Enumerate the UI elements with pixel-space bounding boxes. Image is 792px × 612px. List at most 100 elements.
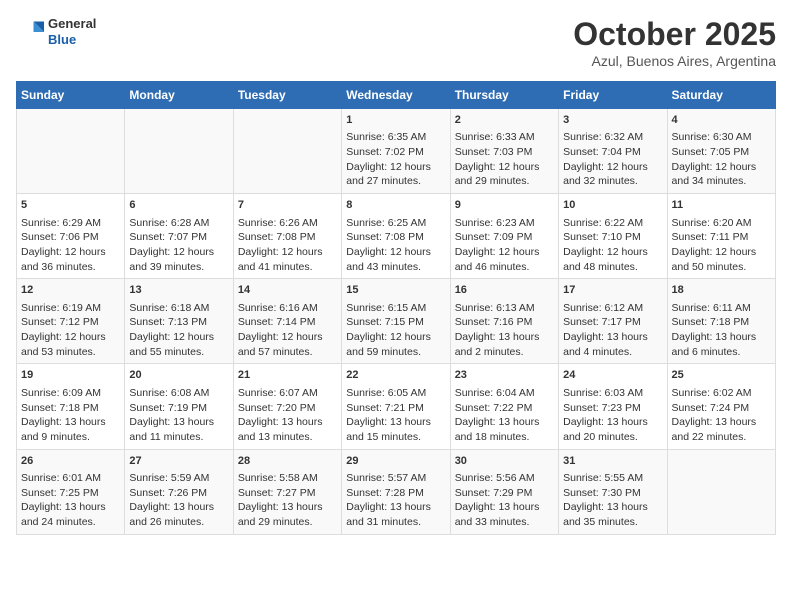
day-number: 23: [455, 368, 554, 383]
day-header-wednesday: Wednesday: [342, 82, 450, 109]
calendar-cell: 24 Sunrise: 6:03 AMSunset: 7:23 PMDayligh…: [559, 364, 667, 449]
day-number: 4: [672, 113, 771, 128]
calendar-cell: 18Sunrise: 6:11 AMSunset: 7:18 PMDayligh…: [667, 279, 775, 364]
calendar-cell: 15 Sunrise: 6:15 AMSunset: 7:15 PMDayligh…: [342, 279, 450, 364]
calendar-cell: 1Sunrise: 6:35 AMSunset: 7:02 PMDaylight…: [342, 109, 450, 194]
calendar-week-3: 12 Sunrise: 6:19 AMSunset: 7:12 PMDayligh…: [17, 279, 776, 364]
calendar-cell: [667, 449, 775, 534]
title-block: October 2025 Azul, Buenos Aires, Argenti…: [573, 16, 776, 69]
day-header-thursday: Thursday: [450, 82, 558, 109]
day-number: 12: [21, 283, 120, 298]
day-number: 10: [563, 198, 662, 213]
cell-content: Sunrise: 6:07 AMSunset: 7:20 PMDaylight:…: [238, 386, 337, 445]
day-number: 1: [346, 113, 445, 128]
cell-content: Sunrise: 6:23 AMSunset: 7:09 PMDaylight:…: [455, 216, 554, 275]
cell-content: Sunrise: 5:58 AMSunset: 7:27 PMDaylight:…: [238, 471, 337, 530]
calendar-cell: 14Sunrise: 6:16 AMSunset: 7:14 PMDayligh…: [233, 279, 341, 364]
calendar-cell: 22 Sunrise: 6:05 AMSunset: 7:21 PMDayligh…: [342, 364, 450, 449]
day-number: 22: [346, 368, 445, 383]
cell-content: Sunrise: 6:29 AMSunset: 7:06 PMDaylight:…: [21, 216, 120, 275]
cell-content: Sunrise: 6:30 AMSunset: 7:05 PMDaylight:…: [672, 130, 771, 189]
cell-content: Sunrise: 6:26 AMSunset: 7:08 PMDaylight:…: [238, 216, 337, 275]
cell-content: Sunrise: 6:03 AMSunset: 7:23 PMDaylight:…: [563, 386, 662, 445]
logo-icon: [16, 18, 44, 46]
day-number: 13: [129, 283, 228, 298]
calendar-cell: 6 Sunrise: 6:28 AMSunset: 7:07 PMDaylight…: [125, 194, 233, 279]
calendar-week-2: 5Sunrise: 6:29 AMSunset: 7:06 PMDaylight…: [17, 194, 776, 279]
day-number: 16: [455, 283, 554, 298]
logo: General Blue: [16, 16, 96, 47]
cell-content: Sunrise: 6:22 AMSunset: 7:10 PMDaylight:…: [563, 216, 662, 275]
cell-content: Sunrise: 6:20 AMSunset: 7:11 PMDaylight:…: [672, 216, 771, 275]
day-number: 7: [238, 198, 337, 213]
day-number: 8: [346, 198, 445, 213]
day-number: 11: [672, 198, 771, 213]
cell-content: Sunrise: 6:16 AMSunset: 7:14 PMDaylight:…: [238, 301, 337, 360]
cell-content: Sunrise: 6:04 AMSunset: 7:22 PMDaylight:…: [455, 386, 554, 445]
day-header-tuesday: Tuesday: [233, 82, 341, 109]
cell-content: Sunrise: 6:02 AMSunset: 7:24 PMDaylight:…: [672, 386, 771, 445]
day-header-monday: Monday: [125, 82, 233, 109]
logo-blue-text: Blue: [48, 32, 96, 48]
day-number: 6: [129, 198, 228, 213]
calendar-cell: 2 Sunrise: 6:33 AMSunset: 7:03 PMDaylight…: [450, 109, 558, 194]
calendar-cell: [125, 109, 233, 194]
cell-content: Sunrise: 6:19 AMSunset: 7:12 PMDaylight:…: [21, 301, 120, 360]
calendar-cell: 10 Sunrise: 6:22 AMSunset: 7:10 PMDayligh…: [559, 194, 667, 279]
day-number: 28: [238, 454, 337, 469]
cell-content: Sunrise: 5:56 AMSunset: 7:29 PMDaylight:…: [455, 471, 554, 530]
cell-content: Sunrise: 6:18 AMSunset: 7:13 PMDaylight:…: [129, 301, 228, 360]
calendar-cell: 19Sunrise: 6:09 AMSunset: 7:18 PMDayligh…: [17, 364, 125, 449]
day-number: 29: [346, 454, 445, 469]
calendar-cell: 12 Sunrise: 6:19 AMSunset: 7:12 PMDayligh…: [17, 279, 125, 364]
cell-content: Sunrise: 6:33 AMSunset: 7:03 PMDaylight:…: [455, 130, 554, 189]
calendar-cell: 27 Sunrise: 5:59 AMSunset: 7:26 PMDayligh…: [125, 449, 233, 534]
cell-content: Sunrise: 6:05 AMSunset: 7:21 PMDaylight:…: [346, 386, 445, 445]
calendar-week-4: 19Sunrise: 6:09 AMSunset: 7:18 PMDayligh…: [17, 364, 776, 449]
calendar-cell: 7 Sunrise: 6:26 AMSunset: 7:08 PMDaylight…: [233, 194, 341, 279]
calendar-cell: 3 Sunrise: 6:32 AMSunset: 7:04 PMDaylight…: [559, 109, 667, 194]
day-headers-row: SundayMondayTuesdayWednesdayThursdayFrid…: [17, 82, 776, 109]
calendar-table: SundayMondayTuesdayWednesdayThursdayFrid…: [16, 81, 776, 535]
cell-content: Sunrise: 6:12 AMSunset: 7:17 PMDaylight:…: [563, 301, 662, 360]
calendar-cell: 17 Sunrise: 6:12 AMSunset: 7:17 PMDayligh…: [559, 279, 667, 364]
cell-content: Sunrise: 6:28 AMSunset: 7:07 PMDaylight:…: [129, 216, 228, 275]
calendar-cell: 23 Sunrise: 6:04 AMSunset: 7:22 PMDayligh…: [450, 364, 558, 449]
day-number: 15: [346, 283, 445, 298]
day-header-sunday: Sunday: [17, 82, 125, 109]
day-number: 20: [129, 368, 228, 383]
calendar-cell: 28 Sunrise: 5:58 AMSunset: 7:27 PMDayligh…: [233, 449, 341, 534]
cell-content: Sunrise: 5:59 AMSunset: 7:26 PMDaylight:…: [129, 471, 228, 530]
cell-content: Sunrise: 6:32 AMSunset: 7:04 PMDaylight:…: [563, 130, 662, 189]
calendar-week-5: 26Sunrise: 6:01 AMSunset: 7:25 PMDayligh…: [17, 449, 776, 534]
day-number: 3: [563, 113, 662, 128]
calendar-cell: [17, 109, 125, 194]
day-number: 27: [129, 454, 228, 469]
calendar-cell: 30 Sunrise: 5:56 AMSunset: 7:29 PMDayligh…: [450, 449, 558, 534]
cell-content: Sunrise: 6:08 AMSunset: 7:19 PMDaylight:…: [129, 386, 228, 445]
day-number: 9: [455, 198, 554, 213]
calendar-cell: 4 Sunrise: 6:30 AMSunset: 7:05 PMDaylight…: [667, 109, 775, 194]
calendar-cell: 9 Sunrise: 6:23 AMSunset: 7:09 PMDaylight…: [450, 194, 558, 279]
page-header: General Blue October 2025 Azul, Buenos A…: [16, 16, 776, 69]
day-number: 30: [455, 454, 554, 469]
cell-content: Sunrise: 5:55 AMSunset: 7:30 PMDaylight:…: [563, 471, 662, 530]
calendar-cell: [233, 109, 341, 194]
calendar-cell: 16Sunrise: 6:13 AMSunset: 7:16 PMDayligh…: [450, 279, 558, 364]
day-number: 17: [563, 283, 662, 298]
main-title: October 2025: [573, 16, 776, 53]
day-header-saturday: Saturday: [667, 82, 775, 109]
calendar-week-1: 1Sunrise: 6:35 AMSunset: 7:02 PMDaylight…: [17, 109, 776, 194]
cell-content: Sunrise: 5:57 AMSunset: 7:28 PMDaylight:…: [346, 471, 445, 530]
calendar-cell: 13 Sunrise: 6:18 AMSunset: 7:13 PMDayligh…: [125, 279, 233, 364]
day-number: 18: [672, 283, 771, 298]
cell-content: Sunrise: 6:09 AMSunset: 7:18 PMDaylight:…: [21, 386, 120, 445]
cell-content: Sunrise: 6:25 AMSunset: 7:08 PMDaylight:…: [346, 216, 445, 275]
cell-content: Sunrise: 6:15 AMSunset: 7:15 PMDaylight:…: [346, 301, 445, 360]
day-number: 25: [672, 368, 771, 383]
cell-content: Sunrise: 6:01 AMSunset: 7:25 PMDaylight:…: [21, 471, 120, 530]
day-number: 2: [455, 113, 554, 128]
day-number: 24: [563, 368, 662, 383]
calendar-cell: 20 Sunrise: 6:08 AMSunset: 7:19 PMDayligh…: [125, 364, 233, 449]
calendar-header: SundayMondayTuesdayWednesdayThursdayFrid…: [17, 82, 776, 109]
